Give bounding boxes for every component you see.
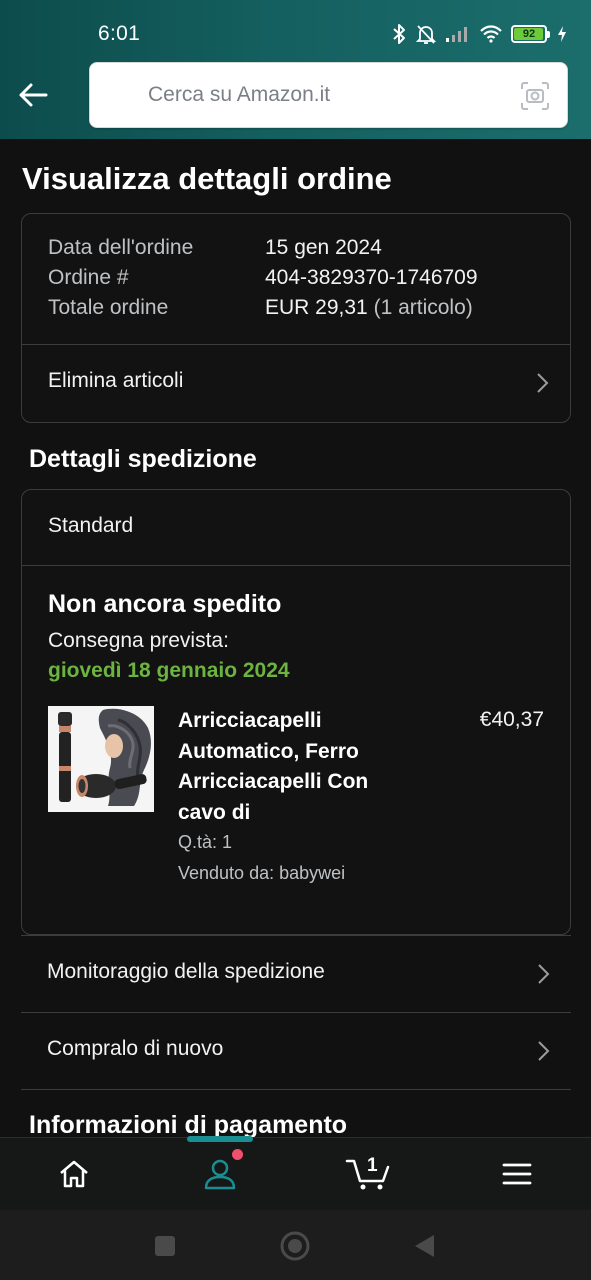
- page-title: Visualizza dettagli ordine: [22, 161, 392, 196]
- shipping-method: Standard: [48, 514, 134, 537]
- order-number-label: Ordine #: [48, 266, 129, 289]
- track-shipment-label: Monitoraggio della spedizione: [47, 960, 325, 983]
- square-icon: [155, 1236, 175, 1256]
- signal-icon: [445, 25, 471, 43]
- delete-items-label: Elimina articoli: [48, 369, 184, 392]
- nav-home[interactable]: [0, 1138, 148, 1210]
- triangle-back-icon: [415, 1235, 434, 1257]
- divider: [21, 1089, 571, 1090]
- product-quantity: Q.tà: 1: [178, 832, 233, 852]
- shipment-status: Non ancora spedito: [48, 590, 282, 618]
- shipping-section-title: Dettagli spedizione: [29, 445, 257, 473]
- status-bar: 6:01 92: [0, 0, 591, 68]
- nav-menu[interactable]: [443, 1138, 591, 1210]
- notification-dot: [232, 1149, 243, 1160]
- order-summary-card: Data dell'ordine 15 gen 2024 Ordine # 40…: [21, 213, 571, 423]
- menu-icon: [502, 1163, 532, 1185]
- order-total-value: EUR 29,31: [265, 296, 368, 319]
- order-total-value-group: EUR 29,31 (1 articolo): [265, 296, 473, 320]
- back-system-button[interactable]: [408, 1230, 440, 1262]
- product-seller: Venduto da: babywei: [178, 863, 346, 883]
- app-header: 6:01 92: [0, 0, 591, 139]
- payment-section-title: Informazioni di pagamento: [29, 1111, 348, 1137]
- order-total-label: Totale ordine: [48, 296, 169, 319]
- page-content[interactable]: Visualizza dettagli ordine Data dell'ord…: [0, 139, 591, 1137]
- search-bar[interactable]: [89, 62, 568, 128]
- chevron-right-icon: [537, 373, 549, 393]
- product-image[interactable]: [48, 706, 154, 812]
- home-icon: [60, 1160, 88, 1188]
- wifi-icon: [479, 25, 503, 43]
- status-icons: 92: [391, 20, 567, 48]
- battery-icon: 92: [511, 25, 550, 43]
- order-number-value: 404-3829370-1746709: [265, 266, 478, 289]
- shipment-card: Standard Non ancora spedito Consegna pre…: [21, 489, 571, 935]
- order-date-value: 15 gen 2024: [265, 236, 382, 259]
- recents-button[interactable]: [149, 1230, 181, 1262]
- divider: [22, 565, 570, 566]
- buy-again-label: Compralo di nuovo: [47, 1037, 224, 1060]
- status-time: 6:01: [98, 22, 141, 45]
- search-input[interactable]: [90, 63, 510, 127]
- arrow-left-icon: [19, 83, 48, 107]
- camera-search-icon[interactable]: [519, 80, 551, 112]
- delivery-date: giovedì 18 gennaio 2024: [48, 659, 290, 682]
- user-icon: [204, 1159, 236, 1190]
- delivery-label: Consegna prevista:: [48, 629, 229, 652]
- bottom-navigation: [0, 1136, 591, 1210]
- home-system-button[interactable]: [279, 1230, 311, 1262]
- cart-count-badge: 1: [367, 1155, 378, 1176]
- order-date-label: Data dell'ordine: [48, 236, 194, 259]
- bluetooth-icon: [391, 23, 407, 45]
- delete-items-row[interactable]: Elimina articoli: [22, 345, 570, 421]
- charging-icon: [557, 26, 567, 42]
- system-navigation-bar: [0, 1210, 591, 1280]
- buy-again-row[interactable]: Compralo di nuovo: [21, 1013, 571, 1089]
- bell-off-icon: [415, 23, 437, 45]
- nav-account[interactable]: [146, 1138, 294, 1210]
- track-shipment-row[interactable]: Monitoraggio della spedizione: [21, 936, 571, 1012]
- chevron-right-icon: [538, 1041, 550, 1061]
- circle-icon: [280, 1231, 310, 1261]
- chevron-right-icon: [538, 964, 550, 984]
- product-price: €40,37: [479, 708, 544, 731]
- back-button[interactable]: [14, 76, 52, 114]
- battery-level: 92: [522, 28, 536, 40]
- product-title[interactable]: Arricciacapelli Automatico, Ferro Arricc…: [178, 706, 398, 828]
- order-item-count: (1 articolo): [373, 296, 473, 319]
